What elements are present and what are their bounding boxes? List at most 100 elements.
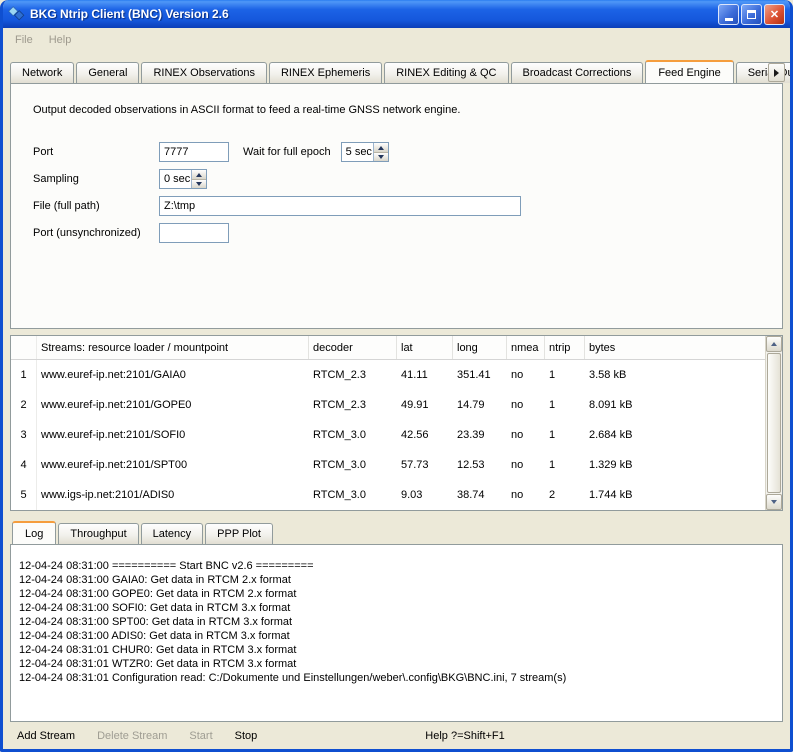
scrollbar-track[interactable]: [766, 352, 782, 494]
cell-bytes: 8.091 kB: [585, 399, 765, 411]
tab-latency[interactable]: Latency: [141, 523, 204, 544]
tab-scroll-right-button[interactable]: [768, 63, 785, 82]
tab-rinex-observations[interactable]: RINEX Observations: [141, 62, 266, 83]
sampling-label: Sampling: [33, 173, 159, 185]
help-hint: Help ?=Shift+F1: [425, 730, 505, 742]
spin-up-button[interactable]: [191, 170, 206, 179]
table-row[interactable]: 3 www.euref-ip.net:2101/SOFI0 RTCM_3.0 4…: [11, 420, 765, 450]
header-mountpoint: Streams: resource loader / mountpoint: [37, 336, 309, 359]
cell-mountpoint: www.euref-ip.net:2101/GOPE0: [37, 399, 309, 411]
delete-stream-button[interactable]: Delete Stream: [93, 728, 171, 744]
cell-lat: 9.03: [397, 489, 453, 501]
port-label: Port: [33, 146, 159, 158]
tab-broadcast-corrections[interactable]: Broadcast Corrections: [511, 62, 644, 83]
cell-long: 351.41: [453, 369, 507, 381]
table-row[interactable]: 5 www.igs-ip.net:2101/ADIS0 RTCM_3.0 9.0…: [11, 480, 765, 510]
row-number: 3: [11, 420, 37, 450]
cell-ntrip: 2: [545, 489, 585, 501]
spin-buttons: [191, 170, 206, 188]
menu-help[interactable]: Help: [41, 31, 80, 49]
row-number: 4: [11, 450, 37, 480]
cell-mountpoint: www.euref-ip.net:2101/SOFI0: [37, 429, 309, 441]
table-row[interactable]: 2 www.euref-ip.net:2101/GOPE0 RTCM_2.3 4…: [11, 390, 765, 420]
cell-mountpoint: www.euref-ip.net:2101/GAIA0: [37, 369, 309, 381]
tab-log[interactable]: Log: [12, 521, 56, 544]
sampling-value: 0 sec: [160, 170, 191, 188]
streams-table: Streams: resource loader / mountpoint de…: [10, 335, 783, 511]
cell-decoder: RTCM_2.3: [309, 369, 397, 381]
cell-nmea: no: [507, 429, 545, 441]
arrow-up-icon: [771, 342, 777, 346]
minimize-button[interactable]: [718, 4, 739, 25]
cell-nmea: no: [507, 399, 545, 411]
header-decoder: decoder: [309, 336, 397, 359]
spin-up-button[interactable]: [373, 143, 388, 152]
log-line: 12-04-24 08:31:00 SOFI0: Get data in RTC…: [19, 601, 774, 615]
cell-decoder: RTCM_2.3: [309, 399, 397, 411]
tab-feed-engine[interactable]: Feed Engine: [645, 60, 733, 83]
maximize-button[interactable]: [741, 4, 762, 25]
cell-nmea: no: [507, 459, 545, 471]
spin-down-button[interactable]: [191, 179, 206, 188]
file-path-label: File (full path): [33, 200, 159, 212]
bottom-tab-bar: Log Throughput Latency PPP Plot: [3, 511, 790, 544]
minimize-icon: [725, 18, 733, 21]
cell-ntrip: 1: [545, 459, 585, 471]
cell-long: 14.79: [453, 399, 507, 411]
stop-button[interactable]: Stop: [231, 728, 262, 744]
cell-decoder: RTCM_3.0: [309, 489, 397, 501]
scroll-down-button[interactable]: [766, 494, 782, 510]
spin-down-button[interactable]: [373, 152, 388, 161]
scroll-up-button[interactable]: [766, 336, 782, 352]
file-path-input[interactable]: [159, 196, 521, 216]
tab-general[interactable]: General: [76, 62, 139, 83]
window-controls: ✕: [718, 4, 785, 25]
tab-network[interactable]: Network: [10, 62, 74, 83]
cell-long: 38.74: [453, 489, 507, 501]
start-button[interactable]: Start: [185, 728, 216, 744]
cell-lat: 57.73: [397, 459, 453, 471]
header-nmea: nmea: [507, 336, 545, 359]
add-stream-button[interactable]: Add Stream: [13, 728, 79, 744]
wait-epoch-value: 5 sec: [342, 143, 373, 161]
table-row[interactable]: 1 www.euref-ip.net:2101/GAIA0 RTCM_2.3 4…: [11, 360, 765, 390]
tab-rinex-ephemeris[interactable]: RINEX Ephemeris: [269, 62, 382, 83]
log-line: 12-04-24 08:31:01 Configuration read: C:…: [19, 671, 774, 685]
table-scrollbar[interactable]: [765, 336, 782, 510]
table-row[interactable]: 4 www.euref-ip.net:2101/SPT00 RTCM_3.0 5…: [11, 450, 765, 480]
app-window: BKG Ntrip Client (BNC) Version 2.6 ✕ Fil…: [0, 0, 793, 752]
cell-ntrip: 1: [545, 429, 585, 441]
arrow-up-icon: [196, 173, 202, 177]
cell-bytes: 1.329 kB: [585, 459, 765, 471]
close-icon: ✕: [770, 8, 779, 21]
tab-rinex-editing-qc[interactable]: RINEX Editing & QC: [384, 62, 508, 83]
file-path-row: File (full path): [33, 196, 768, 216]
port-input[interactable]: [159, 142, 229, 162]
cell-lat: 49.91: [397, 399, 453, 411]
header-rownum: [11, 336, 37, 359]
cell-nmea: no: [507, 369, 545, 381]
log-line: 12-04-24 08:31:00 ADIS0: Get data in RTC…: [19, 629, 774, 643]
bottom-button-bar: Add Stream Delete Stream Start Stop Help…: [3, 722, 790, 749]
cell-bytes: 3.58 kB: [585, 369, 765, 381]
sampling-spinbox[interactable]: 0 sec: [159, 169, 207, 189]
log-line: 12-04-24 08:31:01 CHUR0: Get data in RTC…: [19, 643, 774, 657]
spin-buttons: [373, 143, 388, 161]
port-unsync-input[interactable]: [159, 223, 229, 243]
log-panel[interactable]: 12-04-24 08:31:00 ========== Start BNC v…: [10, 544, 783, 722]
scrollbar-thumb[interactable]: [767, 353, 781, 493]
menu-file[interactable]: File: [7, 31, 41, 49]
tab-throughput[interactable]: Throughput: [58, 523, 138, 544]
wait-epoch-spinbox[interactable]: 5 sec: [341, 142, 389, 162]
title-bar[interactable]: BKG Ntrip Client (BNC) Version 2.6 ✕: [3, 0, 790, 28]
arrow-down-icon: [196, 182, 202, 186]
feed-engine-panel: Output decoded observations in ASCII for…: [10, 83, 783, 329]
close-button[interactable]: ✕: [764, 4, 785, 25]
cell-mountpoint: www.igs-ip.net:2101/ADIS0: [37, 489, 309, 501]
header-bytes: bytes: [585, 336, 765, 359]
cell-decoder: RTCM_3.0: [309, 429, 397, 441]
wait-epoch-label: Wait for full epoch: [243, 146, 331, 158]
cell-decoder: RTCM_3.0: [309, 459, 397, 471]
cell-ntrip: 1: [545, 399, 585, 411]
tab-ppp-plot[interactable]: PPP Plot: [205, 523, 273, 544]
